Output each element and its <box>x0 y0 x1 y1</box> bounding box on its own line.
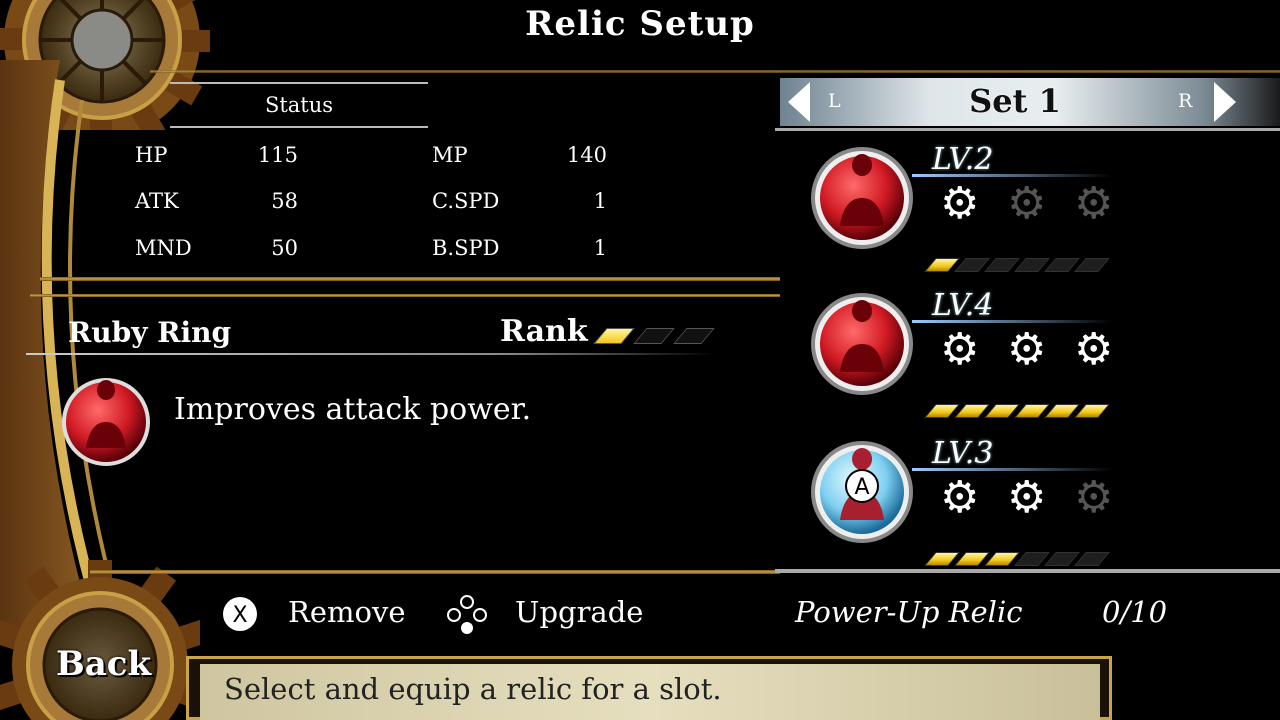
stat-value-mnd: 50 <box>271 236 298 260</box>
status-header: Status <box>170 82 428 128</box>
red-silhouette-icon[interactable] <box>810 146 914 250</box>
stat-label-atk: ATK <box>135 189 179 213</box>
slots-bottom-divider <box>775 569 1280 573</box>
status-divider-rail-2 <box>30 294 780 297</box>
stat-value-bspd: 1 <box>593 236 607 260</box>
x-button-glyph: X <box>232 603 247 628</box>
rank-pip <box>633 328 675 344</box>
l-button-label: L <box>828 90 841 112</box>
page-title: Relic Setup <box>525 4 755 44</box>
stat-label-cspd: C.SPD <box>432 189 500 213</box>
stat-value-atk: 58 <box>271 189 298 213</box>
relic-divider <box>26 353 716 355</box>
stat-value-mp: 140 <box>566 143 607 167</box>
cog-icon: ⚙ <box>1007 472 1047 523</box>
a-button-badge: A <box>854 475 869 500</box>
cog-icon: ⚙ <box>1074 178 1114 229</box>
dpad-icon <box>447 595 487 634</box>
relic-name: Ruby Ring <box>68 316 232 349</box>
cog-icon: ⚙ <box>1074 324 1114 375</box>
stat-label-mp: MP <box>432 143 468 167</box>
stat-label-mnd: MND <box>135 236 192 260</box>
set-label: Set 1 <box>969 82 1061 120</box>
back-gear-decoration <box>0 560 200 720</box>
remove-hint[interactable]: Remove <box>288 595 406 629</box>
blue-silhouette-icon[interactable]: A <box>810 440 914 544</box>
x-button-icon: X <box>223 597 257 631</box>
power-up-count: 0/10 <box>1102 595 1168 629</box>
relic-red-orb-icon <box>62 378 150 466</box>
stat-label-bspd: B.SPD <box>432 236 500 260</box>
back-button[interactable]: Back <box>56 644 151 684</box>
status-divider-rail <box>40 277 780 281</box>
arrow-left-icon[interactable] <box>788 82 812 122</box>
bottom-rail <box>90 570 780 574</box>
cog-icon: ⚙ <box>1074 472 1114 523</box>
cog-icon: ⚙ <box>1007 178 1047 229</box>
arrow-right-icon[interactable] <box>1212 82 1236 122</box>
top-rail <box>150 70 1280 73</box>
relic-description: Improves attack power. <box>174 392 532 427</box>
upgrade-hint[interactable]: Upgrade <box>515 595 643 629</box>
stat-label-hp: HP <box>135 143 168 167</box>
rank-pip <box>593 328 635 344</box>
rank-pip <box>673 328 715 344</box>
set-divider <box>775 128 1280 131</box>
cog-icon: ⚙ <box>940 324 980 375</box>
cog-icon: ⚙ <box>940 472 980 523</box>
slot-level-label: LV.3 <box>932 436 994 471</box>
level-bar-pip <box>1074 258 1110 272</box>
level-bar-pip <box>1074 552 1110 566</box>
r-button-label: R <box>1178 90 1193 112</box>
slot-level-label: LV.2 <box>932 142 994 177</box>
cog-icon: ⚙ <box>940 178 980 229</box>
level-bar-pip <box>1074 404 1110 418</box>
power-up-label: Power-Up Relic <box>795 595 1023 629</box>
message-text: Select and equip a relic for a slot. <box>224 672 722 706</box>
slot-level-label: LV.4 <box>932 288 994 323</box>
red-silhouette-icon[interactable] <box>810 292 914 396</box>
cog-icon: ⚙ <box>1007 324 1047 375</box>
stat-value-cspd: 1 <box>593 189 607 213</box>
rank-label: Rank <box>500 314 588 349</box>
stat-value-hp: 115 <box>257 143 298 167</box>
